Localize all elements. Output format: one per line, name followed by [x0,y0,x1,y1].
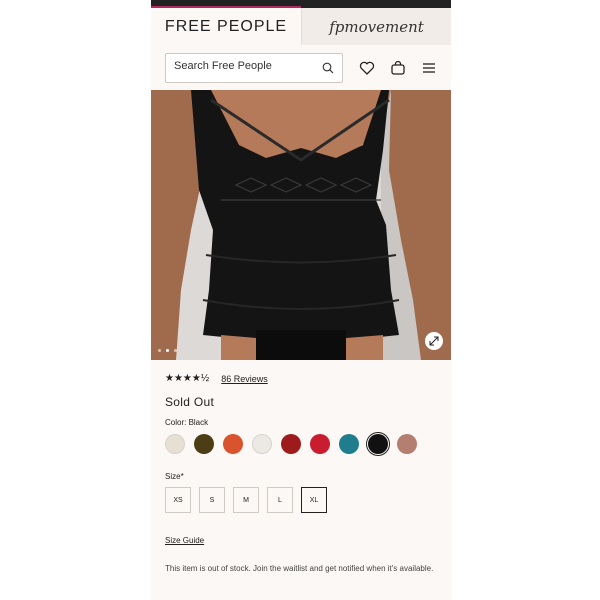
expand-icon [429,336,439,346]
color-swatch-teal[interactable] [339,434,359,454]
search-icon[interactable] [322,62,334,74]
hamburger-menu-icon[interactable] [421,60,437,76]
star-rating: ★★★★½ [165,373,210,384]
carousel-dot[interactable] [166,349,169,352]
carousel-dot[interactable] [174,349,177,352]
stock-status: Sold Out [165,395,215,409]
size-selector: XS S M L XL [165,487,327,513]
carousel-dot[interactable] [158,349,161,352]
color-swatch-crimson[interactable] [310,434,330,454]
expand-button[interactable] [425,332,443,350]
size-button-m[interactable]: M [233,487,259,513]
size-label: Size* [165,472,184,481]
size-guide-link[interactable]: Size Guide [165,536,204,545]
color-label: Color: Black [165,418,209,427]
size-button-xl[interactable]: XL [301,487,327,513]
carousel-dots [158,349,177,352]
product-image [151,90,451,360]
search-input[interactable] [174,60,314,72]
color-swatch-cream[interactable] [165,434,185,454]
product-page: FREE PEOPLE fpmovement Search Free Peopl… [151,0,451,600]
reviews-link[interactable]: 86 Reviews [221,374,268,384]
search-row [151,45,451,90]
color-swatch-ivory[interactable] [252,434,272,454]
color-swatch-rose[interactable] [397,434,417,454]
brand-switcher: FREE PEOPLE fpmovement [151,8,451,45]
size-button-xs[interactable]: XS [165,487,191,513]
product-rating: ★★★★½ 86 Reviews [165,373,268,384]
color-swatch-red[interactable] [281,434,301,454]
size-button-l[interactable]: L [267,487,293,513]
product-image-carousel[interactable] [151,90,451,360]
color-swatch-orange[interactable] [223,434,243,454]
shopping-bag-icon[interactable] [390,60,406,76]
search-box[interactable] [165,53,343,83]
heart-icon[interactable] [359,60,375,76]
color-swatches [165,434,417,454]
out-of-stock-message: This item is out of stock. Join the wait… [165,564,434,573]
color-swatch-black[interactable] [368,434,388,454]
top-bar [151,0,451,8]
brand-fp-movement[interactable]: fpmovement [301,8,451,45]
size-button-s[interactable]: S [199,487,225,513]
color-swatch-olive[interactable] [194,434,214,454]
brand-free-people[interactable]: FREE PEOPLE [151,8,301,45]
